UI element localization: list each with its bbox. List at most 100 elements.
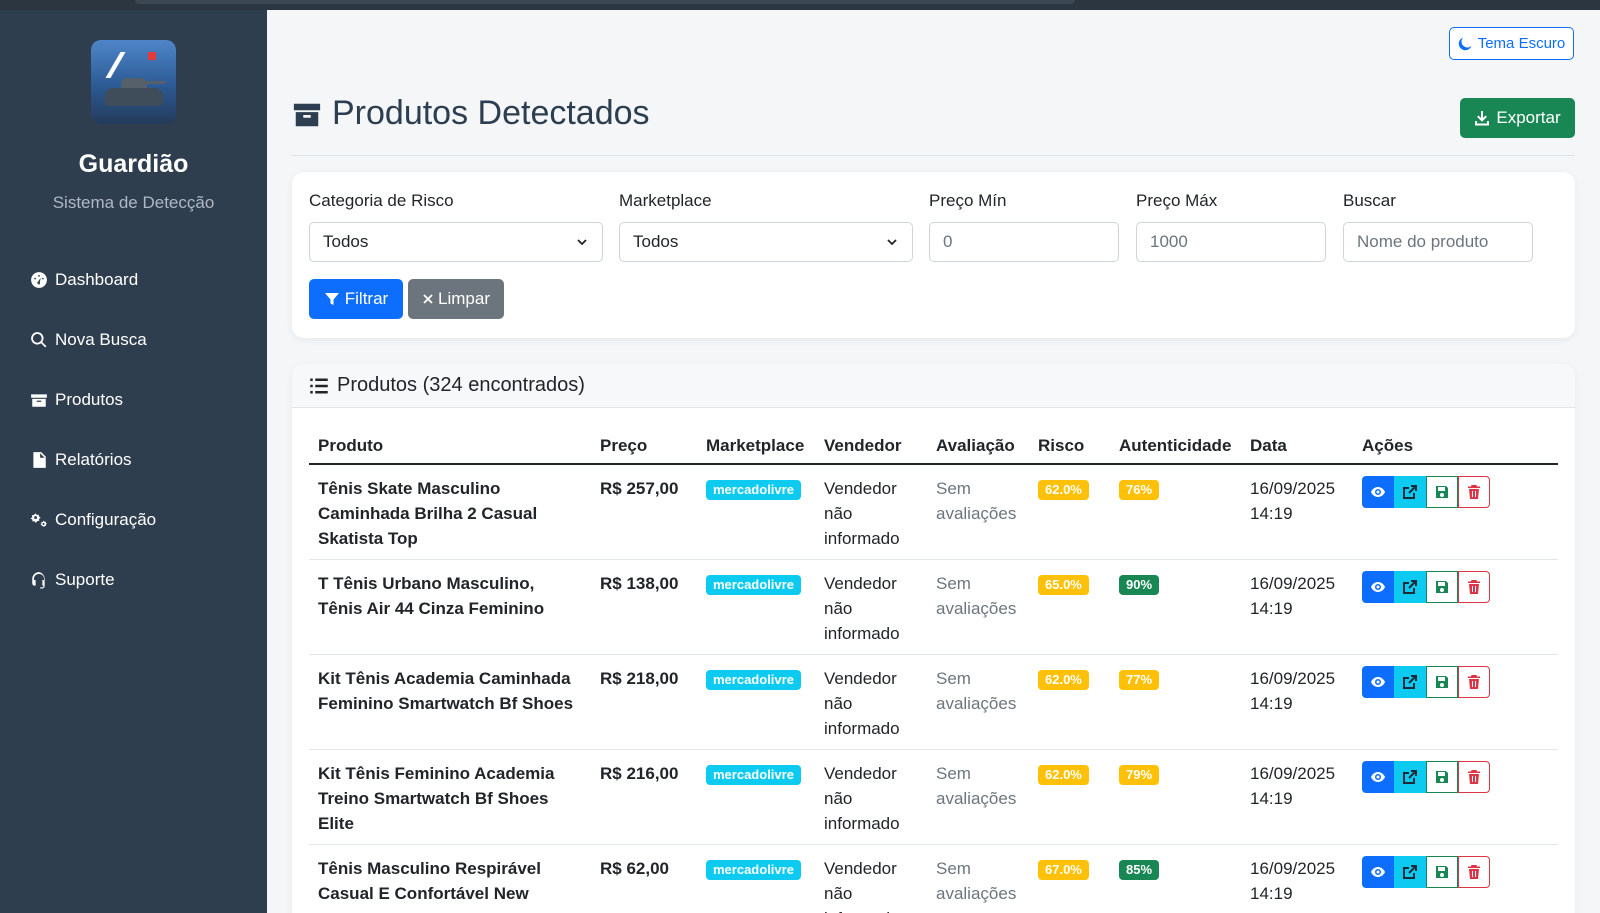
column-header-acoes: Ações (1353, 428, 1558, 465)
table-row: Kit Tênis Feminino Academia Treino Smart… (309, 749, 1558, 845)
save-button[interactable] (1426, 476, 1458, 508)
page-title: Produtos Detectados (292, 94, 650, 133)
price-max-input[interactable]: 1000 (1136, 222, 1326, 262)
open-link-button[interactable] (1394, 760, 1426, 793)
column-header-risco[interactable]: Risco (1029, 428, 1110, 465)
risk-category-select[interactable]: Todos (309, 222, 603, 262)
eye-icon (1371, 676, 1385, 687)
view-button[interactable] (1362, 570, 1394, 603)
sidebar-item-produtos[interactable]: Produtos (30, 370, 156, 430)
sidebar-item-dashboard[interactable]: Dashboard (30, 250, 156, 310)
filter-button[interactable]: Filtrar (309, 279, 403, 319)
marketplace-value: Todos (633, 232, 679, 251)
product-name[interactable]: T Tênis Urbano Masculino, Tênis Air 44 C… (309, 559, 591, 655)
delete-button[interactable] (1458, 665, 1490, 698)
product-name[interactable]: Kit Tênis Feminino Academia Treino Smart… (309, 749, 591, 845)
close-icon (423, 294, 433, 304)
sidebar: Guardião Sistema de Detecção Dashboard N… (0, 10, 267, 913)
rating-text: Sem avaliações (927, 464, 1029, 560)
product-name[interactable]: Kit Tênis Academia Caminhada Feminino Sm… (309, 654, 591, 750)
save-button[interactable] (1426, 760, 1458, 793)
open-link-button[interactable] (1394, 570, 1426, 603)
seller-name: Vendedor não informado (815, 654, 927, 750)
search-input[interactable]: Nome do produto (1343, 222, 1533, 262)
save-button[interactable] (1426, 855, 1458, 888)
risk-cell: 62.0% (1029, 654, 1110, 750)
marketplace-cell: mercadolivre (697, 559, 815, 655)
row-actions (1362, 665, 1549, 698)
dark-theme-button[interactable]: Tema Escuro (1449, 27, 1574, 60)
clear-button[interactable]: Limpar (408, 279, 504, 319)
marketplace-badge: mercadolivre (706, 859, 801, 880)
trash-icon (1468, 579, 1480, 594)
open-link-button[interactable] (1394, 855, 1426, 888)
product-name[interactable]: Tênis Masculino Respirável Casual E Conf… (309, 844, 591, 913)
products-count-title: Produtos (324 encontrados) (337, 374, 585, 396)
product-price: R$ 257,00 (591, 464, 697, 560)
marketplace-select[interactable]: Todos (619, 222, 913, 262)
row-actions (1362, 570, 1549, 603)
authenticity-cell: 90% (1110, 559, 1241, 655)
column-header-data[interactable]: Data (1241, 428, 1353, 465)
column-header-avaliacao[interactable]: Avaliação (927, 428, 1029, 465)
detected-date: 16/09/2025 14:19 (1241, 749, 1353, 845)
view-button[interactable] (1362, 476, 1394, 508)
marketplace-cell: mercadolivre (697, 749, 815, 845)
sidebar-item-configuracao[interactable]: Configuração (30, 490, 156, 550)
product-name[interactable]: Tênis Skate Masculino Caminhada Brilha 2… (309, 464, 591, 560)
report-icon (33, 452, 46, 468)
export-label: Exportar (1496, 108, 1561, 127)
authenticity-badge: 76% (1119, 480, 1160, 500)
row-actions (1362, 855, 1549, 888)
actions-cell (1353, 559, 1558, 655)
sidebar-item-suporte[interactable]: Suporte (30, 550, 156, 610)
authenticity-cell: 77% (1110, 654, 1241, 750)
floppy-disk-icon (1436, 580, 1448, 593)
risk-badge: 67.0% (1038, 859, 1089, 880)
open-link-button[interactable] (1394, 665, 1426, 698)
page-title-text: Produtos Detectados (332, 94, 650, 132)
view-button[interactable] (1362, 760, 1394, 793)
delete-button[interactable] (1458, 570, 1490, 603)
save-button[interactable] (1426, 570, 1458, 603)
brand-name: Guardião (78, 150, 189, 178)
delete-button[interactable] (1458, 855, 1490, 888)
column-header-produto[interactable]: Produto (309, 428, 591, 465)
view-button[interactable] (1362, 855, 1394, 888)
open-link-button[interactable] (1394, 476, 1426, 508)
sidebar-item-nova-busca[interactable]: Nova Busca (30, 310, 156, 370)
delete-button[interactable] (1458, 476, 1490, 508)
risk-cell: 62.0% (1029, 464, 1110, 560)
sidebar-item-label: Dashboard (55, 270, 139, 289)
column-header-vendedor[interactable]: Vendedor (815, 428, 927, 465)
risk-cell: 67.0% (1029, 844, 1110, 913)
column-header-autenticidade[interactable]: Autenticidade (1110, 428, 1241, 465)
price-min-input[interactable]: 0 (929, 222, 1119, 262)
risk-badge: 62.0% (1038, 669, 1089, 690)
chevron-down-icon (577, 239, 587, 246)
trash-icon (1468, 864, 1480, 879)
sidebar-item-relatorios[interactable]: Relatórios (30, 430, 156, 490)
export-button[interactable]: Exportar (1460, 98, 1575, 138)
authenticity-cell: 76% (1110, 464, 1241, 560)
column-header-preco[interactable]: Preço (591, 428, 697, 465)
marketplace-badge: mercadolivre (706, 480, 801, 500)
moon-icon (1458, 36, 1472, 50)
price-min-label: Preço Mín (929, 191, 1007, 210)
browser-top-strip (0, 0, 1600, 10)
search-placeholder: Nome do produto (1357, 232, 1489, 251)
view-button[interactable] (1362, 665, 1394, 698)
actions-cell (1353, 464, 1558, 560)
sidebar-item-label: Configuração (55, 510, 157, 529)
sidebar-item-label: Suporte (55, 570, 115, 589)
delete-button[interactable] (1458, 760, 1490, 793)
sidebar-nav: Dashboard Nova Busca Produtos Relatórios… (30, 250, 156, 610)
external-link-icon (1403, 674, 1417, 689)
marketplace-label: Marketplace (619, 191, 712, 210)
authenticity-cell: 85% (1110, 844, 1241, 913)
rating-text: Sem avaliações (927, 654, 1029, 750)
column-header-marketplace[interactable]: Marketplace (697, 428, 815, 465)
marketplace-badge: mercadolivre (706, 574, 801, 595)
save-button[interactable] (1426, 665, 1458, 698)
box-icon (293, 103, 321, 126)
